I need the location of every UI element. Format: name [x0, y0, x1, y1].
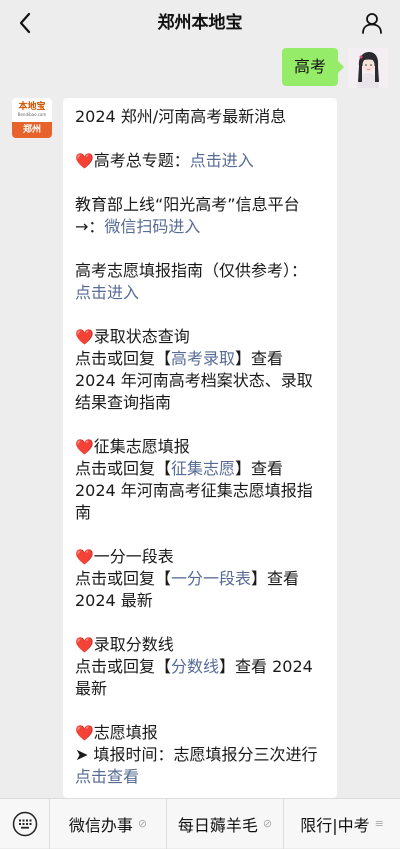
person-icon	[362, 13, 382, 34]
submenu-icon: ≡	[374, 817, 384, 830]
heart-icon: ❤️	[75, 548, 94, 566]
chat-title: 郑州本地宝	[157, 13, 243, 33]
heart-icon: ❤️	[75, 328, 94, 346]
topic-link[interactable]: 点击进入	[190, 151, 254, 170]
section-reply-prefix: 点击或回复【	[75, 459, 172, 478]
section-title: 志愿填报	[93, 723, 158, 742]
heart-icon: ❤️	[75, 636, 94, 654]
section-description: 2024 年河南高考征集志愿填报指南	[75, 481, 313, 522]
menu-item-label: 微信办事	[68, 815, 133, 835]
link-icon: ⊘	[262, 817, 273, 830]
section-title: 录取分数线	[93, 635, 174, 654]
top-nav-bar: 郑州本地宝	[0, 0, 400, 46]
keyword-link-cutoff[interactable]: 分数线	[171, 657, 219, 676]
section-reply-prefix: 点击或回复【	[75, 569, 172, 588]
message-title: 2024 郑州/河南高考最新消息	[75, 107, 287, 126]
platform-arrow: →：	[75, 217, 105, 236]
bottom-menu-bar: 微信办事 ⊘ 每日薅羊毛 ⊘ 限行|中考 ≡	[0, 798, 400, 849]
guide-line: 高考志愿填报指南（仅供参考）： 点击进入	[75, 260, 325, 304]
guide-link[interactable]: 点击进入	[75, 283, 139, 302]
section-admission-status: ❤️录取状态查询 点击或回复【高考录取】查看 2024 年河南高考档案状态、录取…	[75, 326, 325, 414]
menu-item-daily-deals[interactable]: 每日薅羊毛 ⊘	[167, 798, 284, 849]
section-supplementary-application: ❤️征集志愿填报 点击或回复【征集志愿】查看 2024 年河南高考征集志愿填报指…	[75, 436, 325, 524]
keyboard-icon	[12, 811, 37, 836]
menu-item-label: 限行|中考	[300, 815, 370, 835]
menu-item-traffic-exam[interactable]: 限行|中考 ≡	[284, 799, 400, 849]
keyword-link-admission[interactable]: 高考录取	[171, 349, 235, 368]
section-reply-prefix: 点击或回复【	[75, 657, 172, 676]
topic-line: ❤️高考总专题：点击进入	[75, 150, 325, 172]
section-title: 征集志愿填报	[93, 437, 190, 456]
section-description: 2024 年河南高考档案状态、录取结果查询指南	[75, 371, 313, 412]
bot-logo-subtext: Bendibao.com	[17, 112, 47, 117]
section-cutoff-scores: ❤️录取分数线 点击或回复【分数线】查看 2024 最新	[75, 634, 325, 700]
profile-button[interactable]	[358, 9, 386, 37]
platform-link[interactable]: 微信扫码进入	[104, 217, 200, 236]
bot-logo-city: 郑州	[12, 122, 52, 138]
incoming-message-bubble: 2024 郑州/河南高考最新消息 ❤️高考总专题：点击进入 教育部上线“阳光高考…	[63, 98, 337, 798]
keyboard-toggle-button[interactable]	[0, 798, 50, 849]
link-icon: ⊘	[137, 817, 148, 830]
guide-text: 高考志愿填报指南（仅供参考）：	[75, 261, 308, 280]
section-reply-prefix: 点击或回复【	[75, 349, 172, 368]
keyword-link-score-table[interactable]: 一分一段表	[171, 569, 251, 588]
heart-icon: ❤️	[75, 438, 94, 456]
section-score-table: ❤️一分一段表 点击或回复【一分一段表】查看 2024 最新	[75, 546, 325, 612]
bot-logo: 本地宝 Bendibao.com	[12, 98, 52, 122]
bot-logo-text: 本地宝	[18, 102, 46, 112]
platform-line: 教育部上线“阳光高考”信息平台 →：微信扫码进入	[75, 194, 325, 238]
section-reply-suffix: 】查看	[235, 349, 284, 368]
topic-label: 高考总专题：	[93, 151, 190, 170]
section-title: 录取状态查询	[93, 327, 190, 346]
outgoing-message-row: 高考	[281, 48, 388, 88]
bot-avatar[interactable]: 本地宝 Bendibao.com 郑州	[12, 98, 52, 138]
keyword-link-supplementary[interactable]: 征集志愿	[171, 459, 235, 478]
section-application-filling: ❤️志愿填报 ➤ 填报时间：志愿填报分三次进行 点击查看	[75, 722, 325, 788]
section-reply-suffix: 】查看 2024	[219, 657, 313, 676]
outgoing-message-bubble[interactable]: 高考	[281, 48, 345, 86]
user-avatar-image	[348, 48, 388, 88]
section-reply-suffix: 】查看	[251, 569, 300, 588]
heart-icon: ❤️	[75, 152, 94, 170]
platform-text: 教育部上线“阳光高考”信息平台	[75, 195, 300, 214]
section-description: 最新	[75, 679, 108, 698]
heart-icon: ❤️	[75, 724, 94, 742]
menu-item-wechat-services[interactable]: 微信办事 ⊘	[50, 798, 167, 849]
menu-item-label: 每日薅羊毛	[177, 815, 258, 835]
section-description: 2024 最新	[75, 591, 153, 610]
user-avatar[interactable]	[348, 48, 388, 88]
section-time-line: ➤ 填报时间：志愿填报分三次进行	[75, 745, 318, 764]
section-title: 一分一段表	[93, 547, 174, 566]
view-details-link[interactable]: 点击查看	[75, 767, 139, 786]
section-reply-suffix: 】查看	[235, 459, 284, 478]
